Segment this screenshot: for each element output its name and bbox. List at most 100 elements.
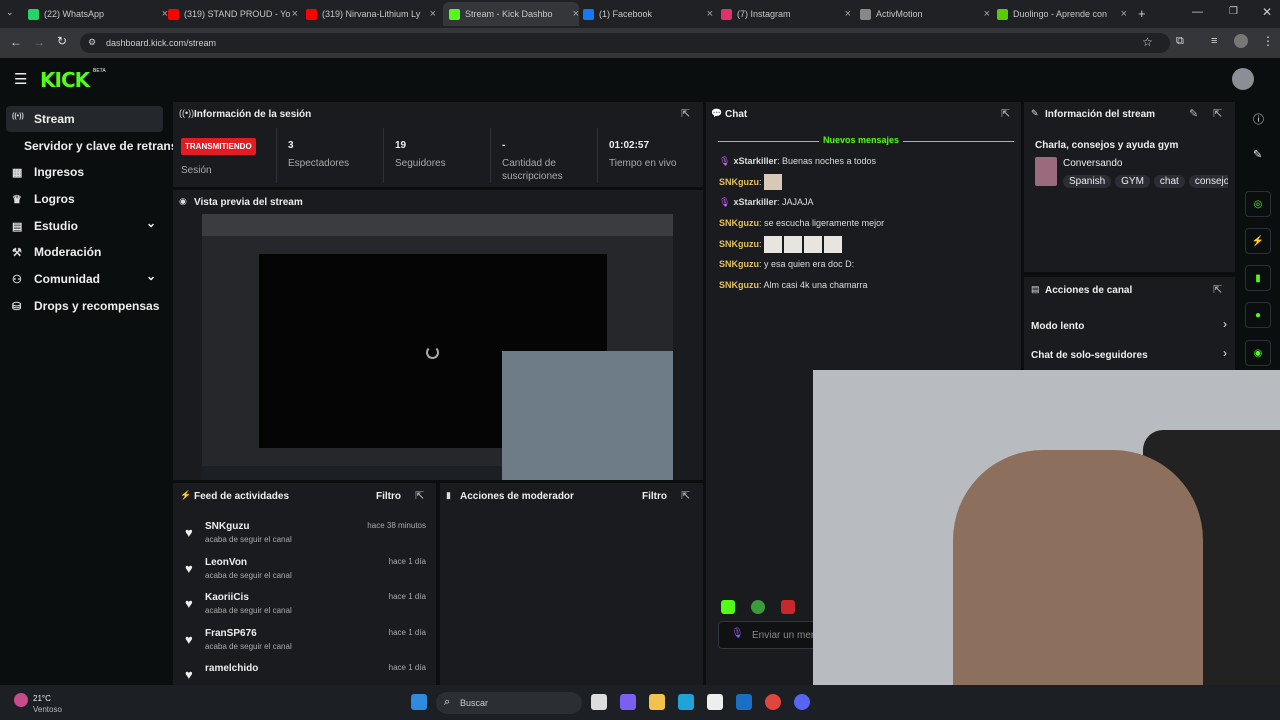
- edge-icon[interactable]: [678, 694, 694, 710]
- category-name: Conversando: [1063, 158, 1123, 169]
- feed-item: ♥ FranSP676 acaba de seguir el canal hace 1…: [180, 628, 430, 662]
- task-view-icon[interactable]: [591, 694, 607, 710]
- subs-count: -: [502, 140, 506, 151]
- url-field[interactable]: dashboard.kick.com/stream: [80, 33, 1170, 53]
- chat-action-icon[interactable]: ●: [1245, 302, 1271, 328]
- bookmark-star-icon[interactable]: ☆: [1142, 35, 1153, 49]
- browser-tab[interactable]: (319) STAND PROUD - Yo ×: [168, 4, 298, 24]
- forward-button[interactable]: →: [33, 35, 45, 49]
- chat-popout-icon[interactable]: ⇱: [1001, 107, 1010, 120]
- kick-logo[interactable]: KICK: [40, 68, 90, 92]
- hamburger-menu-icon[interactable]: ☰: [14, 70, 27, 88]
- feed-user[interactable]: FranSP676: [205, 628, 257, 639]
- chevron-down-icon[interactable]: ⌄: [146, 269, 156, 283]
- weather-icon[interactable]: [14, 693, 28, 707]
- chrome-icon[interactable]: [765, 694, 781, 710]
- site-info-icon[interactable]: ⚙: [88, 37, 96, 48]
- stream-preview-video[interactable]: [202, 214, 673, 480]
- file-explorer-icon[interactable]: [649, 694, 665, 710]
- feed-user[interactable]: LeonVon: [205, 557, 247, 568]
- channel-actions-popout-icon[interactable]: ⇱: [1213, 283, 1222, 296]
- taskbar-search[interactable]: [436, 692, 582, 714]
- store-icon[interactable]: [707, 694, 723, 710]
- restore-button[interactable]: ❐: [1229, 6, 1238, 17]
- sidebar-item-1[interactable]: ((•)) Stream: [12, 107, 75, 131]
- edit-stream-icon[interactable]: ✎: [1189, 107, 1198, 120]
- chat-username[interactable]: SNKguzu: [719, 239, 759, 249]
- chat-emote-shortcut[interactable]: [781, 600, 795, 614]
- tab-close-icon[interactable]: ×: [292, 8, 298, 20]
- copilot-icon[interactable]: [620, 694, 636, 710]
- browser-tab[interactable]: Stream - Kick Dashbo ×: [443, 2, 579, 26]
- sidebar-item-7[interactable]: ⚇ Comunidad ⌄: [12, 267, 156, 291]
- bolt-action-icon[interactable]: ⚡: [1245, 228, 1271, 254]
- followers-only-row[interactable]: Chat de solo-seguidores ›: [1031, 346, 1227, 363]
- back-button[interactable]: ←: [10, 35, 22, 49]
- chat-username[interactable]: SNKguzu: [719, 177, 759, 187]
- profile-avatar[interactable]: [1234, 34, 1248, 48]
- chat-username[interactable]: SNKguzu: [719, 280, 759, 290]
- feed-time: hace 1 día: [388, 592, 426, 601]
- tab-close-icon[interactable]: ×: [984, 8, 990, 20]
- mail-icon[interactable]: [736, 694, 752, 710]
- reload-button[interactable]: ↻: [57, 34, 67, 48]
- feed-user[interactable]: SNKguzu: [205, 521, 249, 532]
- stream-info-popout-icon[interactable]: ⇱: [1213, 107, 1222, 120]
- browser-tab[interactable]: (22) WhatsApp ×: [28, 4, 168, 24]
- pencil-icon[interactable]: ✎: [1253, 148, 1262, 161]
- user-avatar[interactable]: [1232, 68, 1254, 90]
- stat-divider: [490, 128, 491, 183]
- chat-emote-shortcut[interactable]: [751, 600, 765, 614]
- camera-toggle-icon[interactable]: ◎: [1245, 191, 1271, 217]
- tab-close-icon[interactable]: ×: [845, 8, 851, 20]
- tab-favicon-icon: [721, 8, 732, 20]
- tab-close-icon[interactable]: ×: [430, 8, 436, 20]
- viewers-label: Espectadores: [288, 158, 350, 169]
- heart-icon: ♥: [185, 667, 193, 682]
- clipboard-action-icon[interactable]: ▮: [1245, 265, 1271, 291]
- tab-close-icon[interactable]: ×: [1121, 8, 1127, 20]
- browser-menu-icon[interactable]: ⋮: [1262, 34, 1274, 48]
- feed-popout-icon[interactable]: ⇱: [415, 489, 424, 502]
- sidebar-item-8[interactable]: ⛁ Drops y recompensas: [12, 294, 159, 318]
- start-button-icon[interactable]: [411, 694, 427, 710]
- minimize-button[interactable]: —: [1192, 6, 1203, 18]
- extensions-icon[interactable]: ⧉: [1176, 35, 1184, 48]
- sidebar-item-5[interactable]: ▤ Estudio ⌄: [12, 214, 156, 238]
- browser-tab[interactable]: (1) Facebook ×: [583, 4, 713, 24]
- chat-username[interactable]: xStarkiller: [733, 156, 777, 166]
- sidebar-item-4[interactable]: ♛ Logros: [12, 187, 75, 211]
- chat-username[interactable]: SNKguzu: [719, 218, 759, 228]
- session-popout-icon[interactable]: ⇱: [681, 107, 690, 120]
- mic-icon[interactable]: 🎙: [731, 628, 744, 639]
- tab-close-icon[interactable]: ×: [573, 8, 579, 20]
- feed-action-text: acaba de seguir el canal: [205, 570, 292, 580]
- slow-mode-row[interactable]: Modo lento ›: [1031, 317, 1227, 334]
- sidebar-item-3[interactable]: ▦ Ingresos: [12, 160, 84, 184]
- sidebar-item-6[interactable]: ⚒ Moderación: [12, 240, 101, 264]
- tab-close-icon[interactable]: ×: [707, 8, 713, 20]
- chat-emote-shortcut[interactable]: [721, 600, 735, 614]
- feed-user[interactable]: KaoriiCis: [205, 592, 249, 603]
- feed-filter-button[interactable]: Filtro: [376, 491, 401, 502]
- broadcast-action-icon[interactable]: ◉: [1245, 340, 1271, 366]
- close-window-button[interactable]: ✕: [1262, 5, 1272, 19]
- stream-tag: chat: [1153, 175, 1185, 188]
- browser-tab[interactable]: (319) Nirvana-Lithium Ly ×: [306, 4, 436, 24]
- tab-list-button[interactable]: ⌄: [6, 7, 20, 21]
- sidebar-item-2[interactable]: Servidor y clave de retransm: [24, 134, 188, 158]
- mod-filter-button[interactable]: Filtro: [642, 491, 667, 502]
- new-tab-button[interactable]: +: [1138, 6, 1146, 21]
- chat-username[interactable]: SNKguzu: [719, 259, 759, 269]
- discord-icon[interactable]: [794, 694, 810, 710]
- browser-tab[interactable]: (7) Instagram ×: [721, 4, 851, 24]
- chevron-down-icon[interactable]: ⌄: [146, 216, 156, 230]
- browser-tab[interactable]: Duolingo - Aprende con ×: [997, 4, 1127, 24]
- mic-badge-icon: 🎙: [719, 197, 731, 207]
- info-icon[interactable]: ⓘ: [1253, 111, 1264, 127]
- chat-username[interactable]: xStarkiller: [733, 197, 777, 207]
- browser-tab[interactable]: ActivMotion ×: [860, 4, 990, 24]
- mod-popout-icon[interactable]: ⇱: [681, 489, 690, 502]
- feed-user[interactable]: ramelchido: [205, 663, 258, 674]
- reading-list-icon[interactable]: ≡: [1211, 35, 1217, 47]
